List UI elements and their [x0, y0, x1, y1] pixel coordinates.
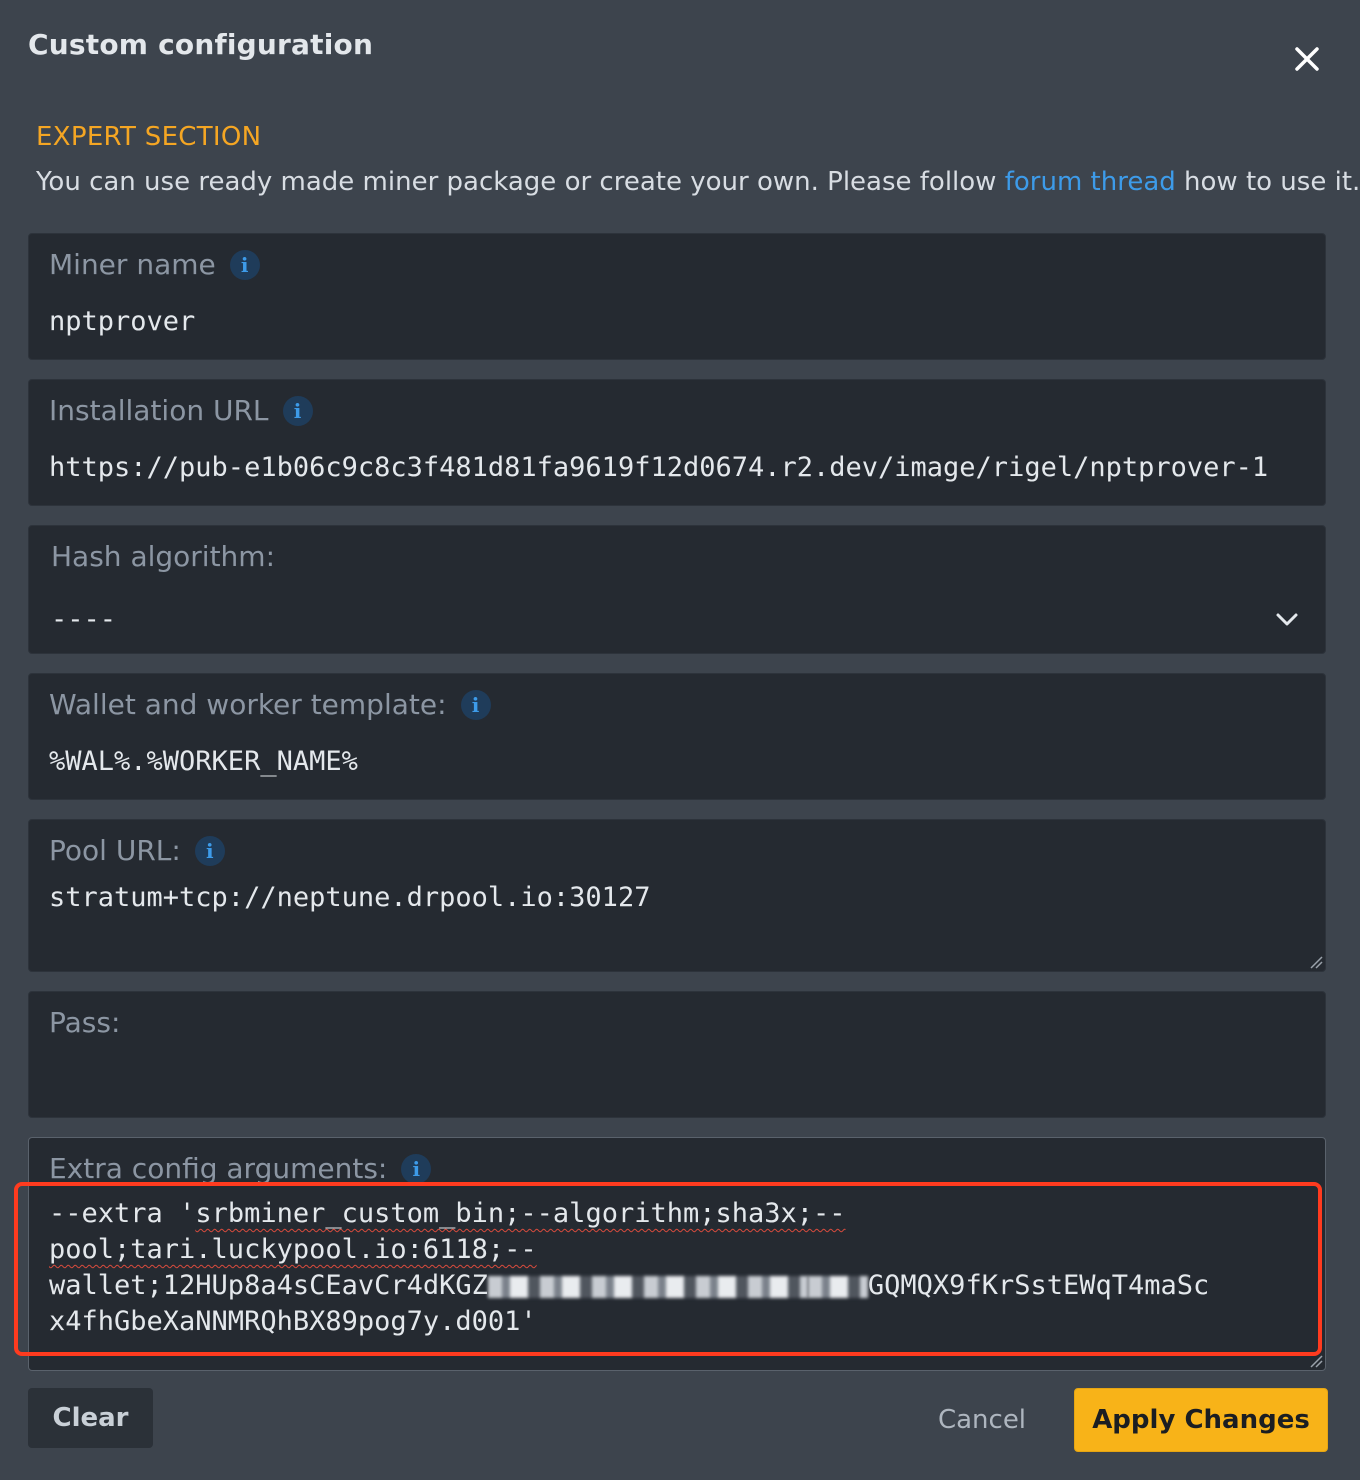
- pool-url-textarea[interactable]: stratum+tcp://neptune.drpool.io:30127: [49, 882, 650, 913]
- expert-section-label: EXPERT SECTION: [36, 122, 262, 152]
- wallet-template-input[interactable]: %WAL%.%WORKER_NAME%: [49, 746, 358, 777]
- hash-algorithm-value[interactable]: ----: [51, 604, 116, 635]
- pool-url-field[interactable]: Pool URL: i stratum+tcp://neptune.drpool…: [28, 819, 1326, 972]
- hash-algorithm-select[interactable]: Hash algorithm: ----: [28, 525, 1326, 654]
- wallet-template-label: Wallet and worker template:: [49, 688, 447, 721]
- redacted-blur: [487, 1275, 808, 1298]
- cancel-button[interactable]: Cancel: [926, 1390, 1038, 1450]
- installation-url-field[interactable]: Installation URL i https://pub-e1b06c9c8…: [28, 379, 1326, 506]
- miner-name-input[interactable]: nptprover: [49, 306, 195, 337]
- forum-thread-link[interactable]: forum thread: [1005, 167, 1176, 197]
- info-icon[interactable]: i: [229, 249, 260, 280]
- intro-text: You can use ready made miner package or …: [36, 167, 1360, 197]
- apply-changes-button[interactable]: Apply Changes: [1074, 1388, 1328, 1452]
- info-icon[interactable]: i: [282, 395, 313, 426]
- redacted-blur: [807, 1275, 868, 1298]
- close-icon: [1295, 47, 1319, 71]
- wallet-template-field[interactable]: Wallet and worker template: i %WAL%.%WOR…: [28, 673, 1326, 800]
- pass-field[interactable]: Pass:: [28, 991, 1326, 1118]
- dialog-title: Custom configuration: [28, 28, 374, 61]
- installation-url-input[interactable]: https://pub-e1b06c9c8c3f481d81fa9619f12d…: [49, 452, 1268, 483]
- extra-config-field[interactable]: Extra config arguments: i --extra 'srbmi…: [28, 1137, 1326, 1371]
- installation-url-label: Installation URL: [49, 394, 269, 427]
- close-button[interactable]: [1288, 40, 1326, 78]
- resize-handle-icon[interactable]: [1309, 1354, 1323, 1368]
- extra-config-textarea[interactable]: --extra 'srbminer_custom_bin;--algorithm…: [49, 1196, 1309, 1340]
- clear-button[interactable]: Clear: [28, 1388, 153, 1448]
- info-icon[interactable]: i: [194, 835, 225, 866]
- miner-name-field[interactable]: Miner name i nptprover: [28, 233, 1326, 360]
- resize-handle-icon[interactable]: [1309, 955, 1323, 969]
- miner-name-label: Miner name: [49, 248, 216, 281]
- pool-url-label: Pool URL:: [49, 834, 181, 867]
- chevron-down-icon[interactable]: [1273, 606, 1301, 634]
- extra-config-label: Extra config arguments:: [49, 1152, 388, 1185]
- hash-algorithm-label: Hash algorithm:: [51, 540, 276, 573]
- pass-label: Pass:: [49, 1006, 121, 1039]
- info-icon[interactable]: i: [401, 1153, 432, 1184]
- info-icon[interactable]: i: [460, 689, 491, 720]
